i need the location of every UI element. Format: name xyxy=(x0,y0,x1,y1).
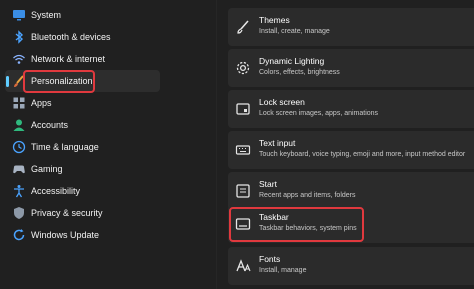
sidebar-item-windows-update[interactable]: Windows Update xyxy=(5,224,160,246)
setting-card-dynamic-lighting[interactable]: Dynamic Lighting Colors, effects, bright… xyxy=(228,49,474,87)
sidebar-item-network-internet[interactable]: Network & internet xyxy=(5,48,160,70)
sidebar-item-gaming[interactable]: Gaming xyxy=(5,158,160,180)
shield-icon xyxy=(14,207,24,219)
personalization-settings-list: Themes Install, create, manage Dynamic L… xyxy=(220,0,474,289)
gamepad-icon xyxy=(13,165,25,174)
highlight-box-personalization xyxy=(23,70,95,93)
sidebar-item-label: Accessibility xyxy=(31,186,81,196)
sidebar-item-label: Apps xyxy=(31,98,52,108)
sidebar-item-system[interactable]: System xyxy=(5,4,160,26)
accounts-icon xyxy=(13,119,25,131)
pane-divider xyxy=(216,0,217,289)
setting-card-themes[interactable]: Themes Install, create, manage xyxy=(228,8,474,46)
lock-screen-icon xyxy=(236,103,250,115)
update-icon xyxy=(13,229,25,241)
start-icon xyxy=(236,184,250,198)
sidebar-item-label: Privacy & security xyxy=(31,208,103,218)
sidebar-item-privacy-security[interactable]: Privacy & security xyxy=(5,202,160,224)
card-title: Fonts xyxy=(259,254,281,264)
sidebar-item-label: Time & language xyxy=(31,142,99,152)
brush-icon xyxy=(237,20,249,34)
sidebar-item-apps[interactable]: Apps xyxy=(5,92,160,114)
sidebar-item-label: Bluetooth & devices xyxy=(31,32,111,42)
card-description: Recent apps and items, folders xyxy=(259,192,356,199)
card-description: Colors, effects, brightness xyxy=(259,69,340,76)
setting-card-lock-screen[interactable]: Lock screen Lock screen images, apps, an… xyxy=(228,90,474,128)
gear-icon xyxy=(236,61,250,75)
wifi-icon xyxy=(13,54,25,64)
card-title: Dynamic Lighting xyxy=(259,56,325,66)
accessibility-icon xyxy=(14,185,24,198)
keyboard-icon xyxy=(235,145,251,155)
sidebar-item-label: Windows Update xyxy=(31,230,100,240)
card-title: Start xyxy=(259,179,277,189)
sidebar-item-label: Network & internet xyxy=(31,54,106,64)
sidebar-item-accounts[interactable]: Accounts xyxy=(5,114,160,136)
card-title: Themes xyxy=(259,15,290,25)
card-description: Install, manage xyxy=(259,267,307,274)
card-title: Text input xyxy=(259,138,296,148)
sidebar-nav: System Bluetooth & devices Network & int… xyxy=(0,0,168,289)
apps-icon xyxy=(13,97,25,109)
selection-indicator xyxy=(6,76,9,87)
sidebar-item-label: Accounts xyxy=(31,120,69,130)
fonts-icon xyxy=(236,259,251,272)
card-description: Lock screen images, apps, animations xyxy=(259,110,379,117)
sidebar-item-bluetooth-devices[interactable]: Bluetooth & devices xyxy=(5,26,160,48)
system-icon xyxy=(13,10,25,21)
sidebar-item-time-language[interactable]: Time & language xyxy=(5,136,160,158)
setting-card-text-input[interactable]: Text input Touch keyboard, voice typing,… xyxy=(228,131,474,169)
bluetooth-icon xyxy=(15,30,24,44)
globe-clock-icon xyxy=(12,140,26,154)
highlight-box-taskbar xyxy=(229,207,364,242)
setting-card-fonts[interactable]: Fonts Install, manage xyxy=(228,247,474,285)
card-description: Install, create, manage xyxy=(259,28,330,35)
sidebar-item-accessibility[interactable]: Accessibility xyxy=(5,180,160,202)
card-description: Touch keyboard, voice typing, emoji and … xyxy=(259,151,466,158)
sidebar-item-label: System xyxy=(31,10,62,20)
sidebar-item-label: Gaming xyxy=(31,164,63,174)
card-title: Lock screen xyxy=(259,97,305,107)
